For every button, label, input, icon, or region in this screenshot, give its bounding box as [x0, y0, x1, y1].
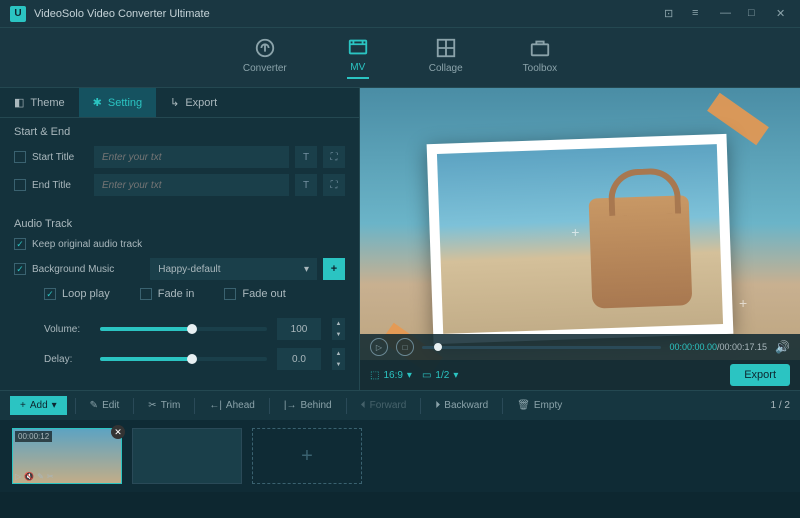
nav-collage[interactable]: Collage — [429, 37, 463, 78]
forward-button[interactable]: ⏴ Forward — [355, 396, 413, 415]
bg-music-select[interactable]: Happy-default ▾ — [150, 258, 317, 280]
export-icon: ↳ — [170, 96, 179, 109]
nav-mv[interactable]: MV — [347, 36, 369, 79]
start-title-checkbox[interactable] — [14, 151, 26, 163]
nav-toolbox[interactable]: Toolbox — [523, 37, 557, 78]
add-button[interactable]: + Add ▾ — [10, 396, 67, 415]
volume-value: 100 — [277, 318, 321, 340]
photo-frame — [427, 134, 734, 344]
app-title: VideoSolo Video Converter Ultimate — [34, 8, 664, 20]
delay-label: Delay: — [44, 354, 90, 365]
start-expand-button[interactable]: ⛶ — [323, 146, 345, 168]
nav-converter[interactable]: Converter — [243, 37, 287, 78]
converter-icon — [254, 37, 276, 59]
delete-clip-button[interactable]: ✕ — [111, 425, 125, 439]
export-button[interactable]: Export — [730, 364, 790, 386]
delay-slider[interactable] — [100, 357, 267, 361]
add-clip-button[interactable]: + — [252, 428, 362, 484]
app-logo: U — [10, 6, 26, 22]
start-font-button[interactable]: T — [295, 146, 317, 168]
volume-label: Volume: — [44, 324, 90, 335]
volume-slider[interactable] — [100, 327, 267, 331]
backward-button[interactable]: ⏵ Backward — [429, 396, 494, 415]
end-font-button[interactable]: T — [295, 174, 317, 196]
stop-button[interactable]: □ — [396, 338, 414, 356]
page-indicator: 1 / 2 — [771, 400, 790, 411]
bg-music-checkbox[interactable] — [14, 263, 26, 275]
clip-thumbnail[interactable]: 00:00:12 ✕ ▷🔇✎✂ — [12, 428, 122, 484]
anchor-icon[interactable]: + — [739, 295, 747, 311]
trim-button[interactable]: ✂ Trim — [142, 396, 186, 415]
end-title-input[interactable] — [94, 174, 289, 196]
loop-checkbox[interactable] — [44, 288, 56, 300]
empty-button[interactable]: 🗑 Empty — [511, 396, 568, 415]
preview-panel: + + ▷ □ 00:00:00.00/00:00:17.15 🔊 ⬚16:9▾… — [360, 88, 800, 390]
timeline-scrubber[interactable] — [422, 346, 661, 349]
start-title-input[interactable] — [94, 146, 289, 168]
mv-icon — [347, 36, 369, 58]
play-button[interactable]: ▷ — [370, 338, 388, 356]
volume-up[interactable]: ▲ — [331, 318, 345, 329]
delay-down[interactable]: ▼ — [331, 359, 345, 370]
gear-icon: ✱ — [93, 96, 102, 109]
close-icon[interactable]: ✕ — [776, 7, 790, 21]
menu-icon[interactable]: ≡ — [692, 7, 706, 21]
aspect-select[interactable]: ⬚16:9▾ — [370, 370, 412, 381]
maximize-icon[interactable]: □ — [748, 7, 762, 21]
toolbox-icon — [529, 37, 551, 59]
clip-duration: 00:00:12 — [15, 431, 52, 442]
palette-icon: ◧ — [14, 96, 24, 109]
page-select[interactable]: ▭1/2▾ — [422, 370, 458, 381]
collage-icon — [435, 37, 457, 59]
volume-icon[interactable]: 🔊 — [775, 340, 790, 354]
end-expand-button[interactable]: ⛶ — [323, 174, 345, 196]
clip-thumbnail[interactable] — [132, 428, 242, 484]
fadein-checkbox[interactable] — [140, 288, 152, 300]
delay-up[interactable]: ▲ — [331, 348, 345, 359]
ahead-button[interactable]: ←| Ahead — [203, 396, 261, 415]
startend-header: Start & End — [14, 126, 345, 138]
anchor-icon[interactable]: + — [571, 224, 579, 240]
minimize-icon[interactable]: — — [720, 7, 734, 21]
fadeout-checkbox[interactable] — [224, 288, 236, 300]
audio-header: Audio Track — [14, 218, 345, 230]
end-title-label: End Title — [32, 180, 88, 191]
volume-down[interactable]: ▼ — [331, 329, 345, 340]
add-music-button[interactable]: + — [323, 258, 345, 280]
tab-theme[interactable]: ◧ Theme — [0, 88, 79, 117]
start-title-label: Start Title — [32, 152, 88, 163]
behind-button[interactable]: |→ Behind — [278, 396, 338, 415]
delay-value: 0.0 — [277, 348, 321, 370]
edit-button[interactable]: ✎ Edit — [84, 396, 126, 415]
time-display: 00:00:00.00/00:00:17.15 — [669, 342, 767, 352]
tab-setting[interactable]: ✱ Setting — [79, 88, 156, 117]
tab-export[interactable]: ↳ Export — [156, 88, 231, 117]
chevron-down-icon: ▾ — [304, 264, 309, 275]
keep-original-checkbox[interactable] — [14, 238, 26, 250]
feedback-icon[interactable]: ⊡ — [664, 7, 678, 21]
end-title-checkbox[interactable] — [14, 179, 26, 191]
